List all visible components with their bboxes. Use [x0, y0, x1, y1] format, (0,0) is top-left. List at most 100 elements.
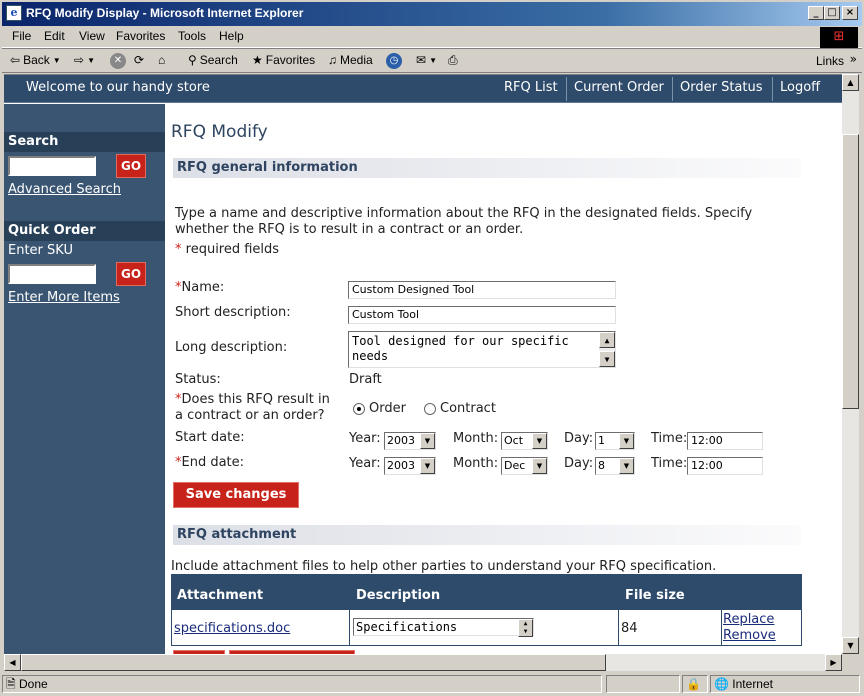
dropdown-arrow-icon: ▼: [532, 433, 547, 449]
search-go-button[interactable]: GO: [116, 154, 146, 178]
status-bar: 🗎 Done 🔒 🌐 Internet: [2, 673, 862, 694]
menu-bar: File Edit View Favorites Tools Help ⊞: [2, 26, 862, 49]
home-button[interactable]: ⌂: [158, 53, 165, 67]
start-month-label: Month:: [453, 431, 499, 446]
welcome-text: Welcome to our handy store: [26, 80, 210, 95]
media-button[interactable]: ♫ Media: [328, 53, 373, 67]
menu-file[interactable]: File: [12, 29, 31, 43]
advanced-search-link[interactable]: Advanced Search: [8, 182, 121, 197]
short-description-input[interactable]: Custom Tool: [348, 306, 616, 324]
window-titlebar: e RFQ Modify Display - Microsoft Interne…: [0, 0, 864, 26]
refresh-button[interactable]: ⟳: [134, 53, 144, 67]
end-month-select[interactable]: Dec ▼: [501, 457, 548, 475]
column-header-file-size: File size: [625, 588, 685, 603]
close-button[interactable]: ×: [842, 6, 858, 20]
status-zone-cell: 🌐 Internet: [710, 675, 860, 693]
quick-order-heading: Quick Order: [4, 221, 165, 241]
long-description-label: Long description:: [175, 340, 288, 355]
cell-divider: [721, 610, 722, 646]
lock-icon: 🔒: [686, 677, 701, 691]
nav-current-order[interactable]: Current Order: [574, 80, 664, 95]
end-day-value: 8: [598, 459, 605, 472]
sku-input[interactable]: [8, 264, 96, 284]
scroll-up-icon[interactable]: ▲: [842, 74, 859, 91]
dropdown-arrow-icon: ▼: [619, 433, 634, 449]
save-changes-button[interactable]: Save changes: [173, 482, 299, 508]
stop-button[interactable]: ✕: [110, 53, 126, 69]
long-description-line1: Tool designed for our specific: [352, 334, 569, 348]
end-year-label: Year:: [349, 456, 381, 471]
history-button[interactable]: ◷: [386, 53, 402, 69]
cell-divider: [349, 610, 350, 646]
required-fields-text: required fields: [185, 242, 280, 257]
name-input[interactable]: Custom Designed Tool: [348, 281, 616, 299]
mail-icon: ✉: [416, 53, 427, 67]
quick-order-go-button[interactable]: GO: [116, 262, 146, 286]
scroll-up-icon[interactable]: ▲: [599, 332, 615, 348]
mail-button[interactable]: ✉ ▼: [416, 53, 437, 67]
start-year-select[interactable]: 2003 ▼: [384, 432, 436, 450]
contract-radio[interactable]: [424, 403, 436, 415]
end-day-select[interactable]: 8 ▼: [595, 457, 635, 475]
table-row: specifications.doc Specifications ▲ ▼ 84 R…: [171, 610, 802, 646]
nav-order-status[interactable]: Order Status: [680, 80, 763, 95]
spinner-icon[interactable]: ▲ ▼: [518, 619, 533, 637]
start-day-value: 1: [598, 434, 605, 447]
attachment-file-link[interactable]: specifications.doc: [174, 621, 290, 636]
replace-link[interactable]: Replace: [723, 612, 774, 627]
start-time-input[interactable]: 12:00: [687, 432, 763, 450]
maximize-button[interactable]: □: [824, 6, 840, 20]
dropdown-arrow-icon: ▼: [420, 433, 435, 449]
order-radio-label[interactable]: Order: [369, 401, 406, 416]
nav-divider: [672, 77, 673, 101]
remove-link[interactable]: Remove: [723, 628, 776, 643]
links-chevron-icon[interactable]: »: [850, 52, 857, 66]
links-button[interactable]: Links: [816, 54, 844, 68]
textarea-scrollbar[interactable]: ▲ ▼: [599, 332, 615, 367]
menu-favorites[interactable]: Favorites: [116, 29, 165, 43]
scroll-down-icon[interactable]: ▼: [599, 351, 615, 367]
scroll-left-icon[interactable]: ◀: [4, 654, 21, 671]
end-year-select[interactable]: 2003 ▼: [384, 457, 436, 475]
scrollbar-thumb[interactable]: [21, 654, 606, 671]
media-icon: ♫: [328, 53, 337, 67]
scroll-right-icon[interactable]: ▶: [825, 654, 842, 671]
back-arrow-icon: ⇦: [10, 53, 21, 67]
start-day-select[interactable]: 1 ▼: [595, 432, 635, 450]
search-icon: ⚲: [188, 53, 197, 67]
scrollbar-thumb[interactable]: [842, 134, 859, 409]
order-radio[interactable]: [353, 403, 365, 415]
status-lock-cell: 🔒: [682, 675, 708, 693]
back-button[interactable]: ⇦ Back ▼: [10, 53, 61, 67]
scroll-down-icon[interactable]: ▼: [842, 637, 859, 654]
nav-rfq-list[interactable]: RFQ List: [504, 80, 558, 95]
sidebar: Search GO Advanced Search Quick Order En…: [4, 104, 165, 654]
favorites-button[interactable]: ★ Favorites: [252, 53, 315, 67]
favorites-icon: ★: [252, 53, 263, 67]
print-button[interactable]: ⎙: [448, 53, 458, 68]
nav-divider: [566, 77, 567, 101]
status-text: Done: [19, 677, 48, 691]
search-button[interactable]: ⚲ Search: [188, 53, 238, 67]
search-heading: Search: [4, 132, 165, 152]
minimize-button[interactable]: _: [808, 6, 824, 20]
page-done-icon: 🗎: [6, 677, 16, 691]
start-month-select[interactable]: Oct ▼: [501, 432, 548, 450]
forward-button[interactable]: ⇨ ▼: [74, 53, 95, 67]
refresh-icon: ⟳: [134, 53, 145, 67]
long-description-line2: needs: [352, 349, 389, 363]
zone-text: Internet: [732, 677, 773, 691]
long-description-textarea[interactable]: Tool designed for our specific needs ▲ ▼: [348, 331, 616, 368]
menu-edit[interactable]: Edit: [44, 29, 65, 43]
horizontal-scrollbar[interactable]: ◀ ▶: [4, 654, 842, 671]
contract-radio-label[interactable]: Contract: [440, 401, 496, 416]
attachment-description-input[interactable]: Specifications ▲ ▼: [353, 618, 534, 637]
nav-logoff[interactable]: Logoff: [780, 80, 820, 95]
enter-more-items-link[interactable]: Enter More Items: [8, 290, 120, 305]
sidebar-search-input[interactable]: [8, 156, 96, 176]
menu-view[interactable]: View: [79, 29, 105, 43]
menu-tools[interactable]: Tools: [178, 29, 206, 43]
vertical-scrollbar[interactable]: ▲ ▼: [842, 74, 859, 654]
menu-help[interactable]: Help: [219, 29, 244, 43]
end-time-input[interactable]: 12:00: [687, 457, 763, 475]
